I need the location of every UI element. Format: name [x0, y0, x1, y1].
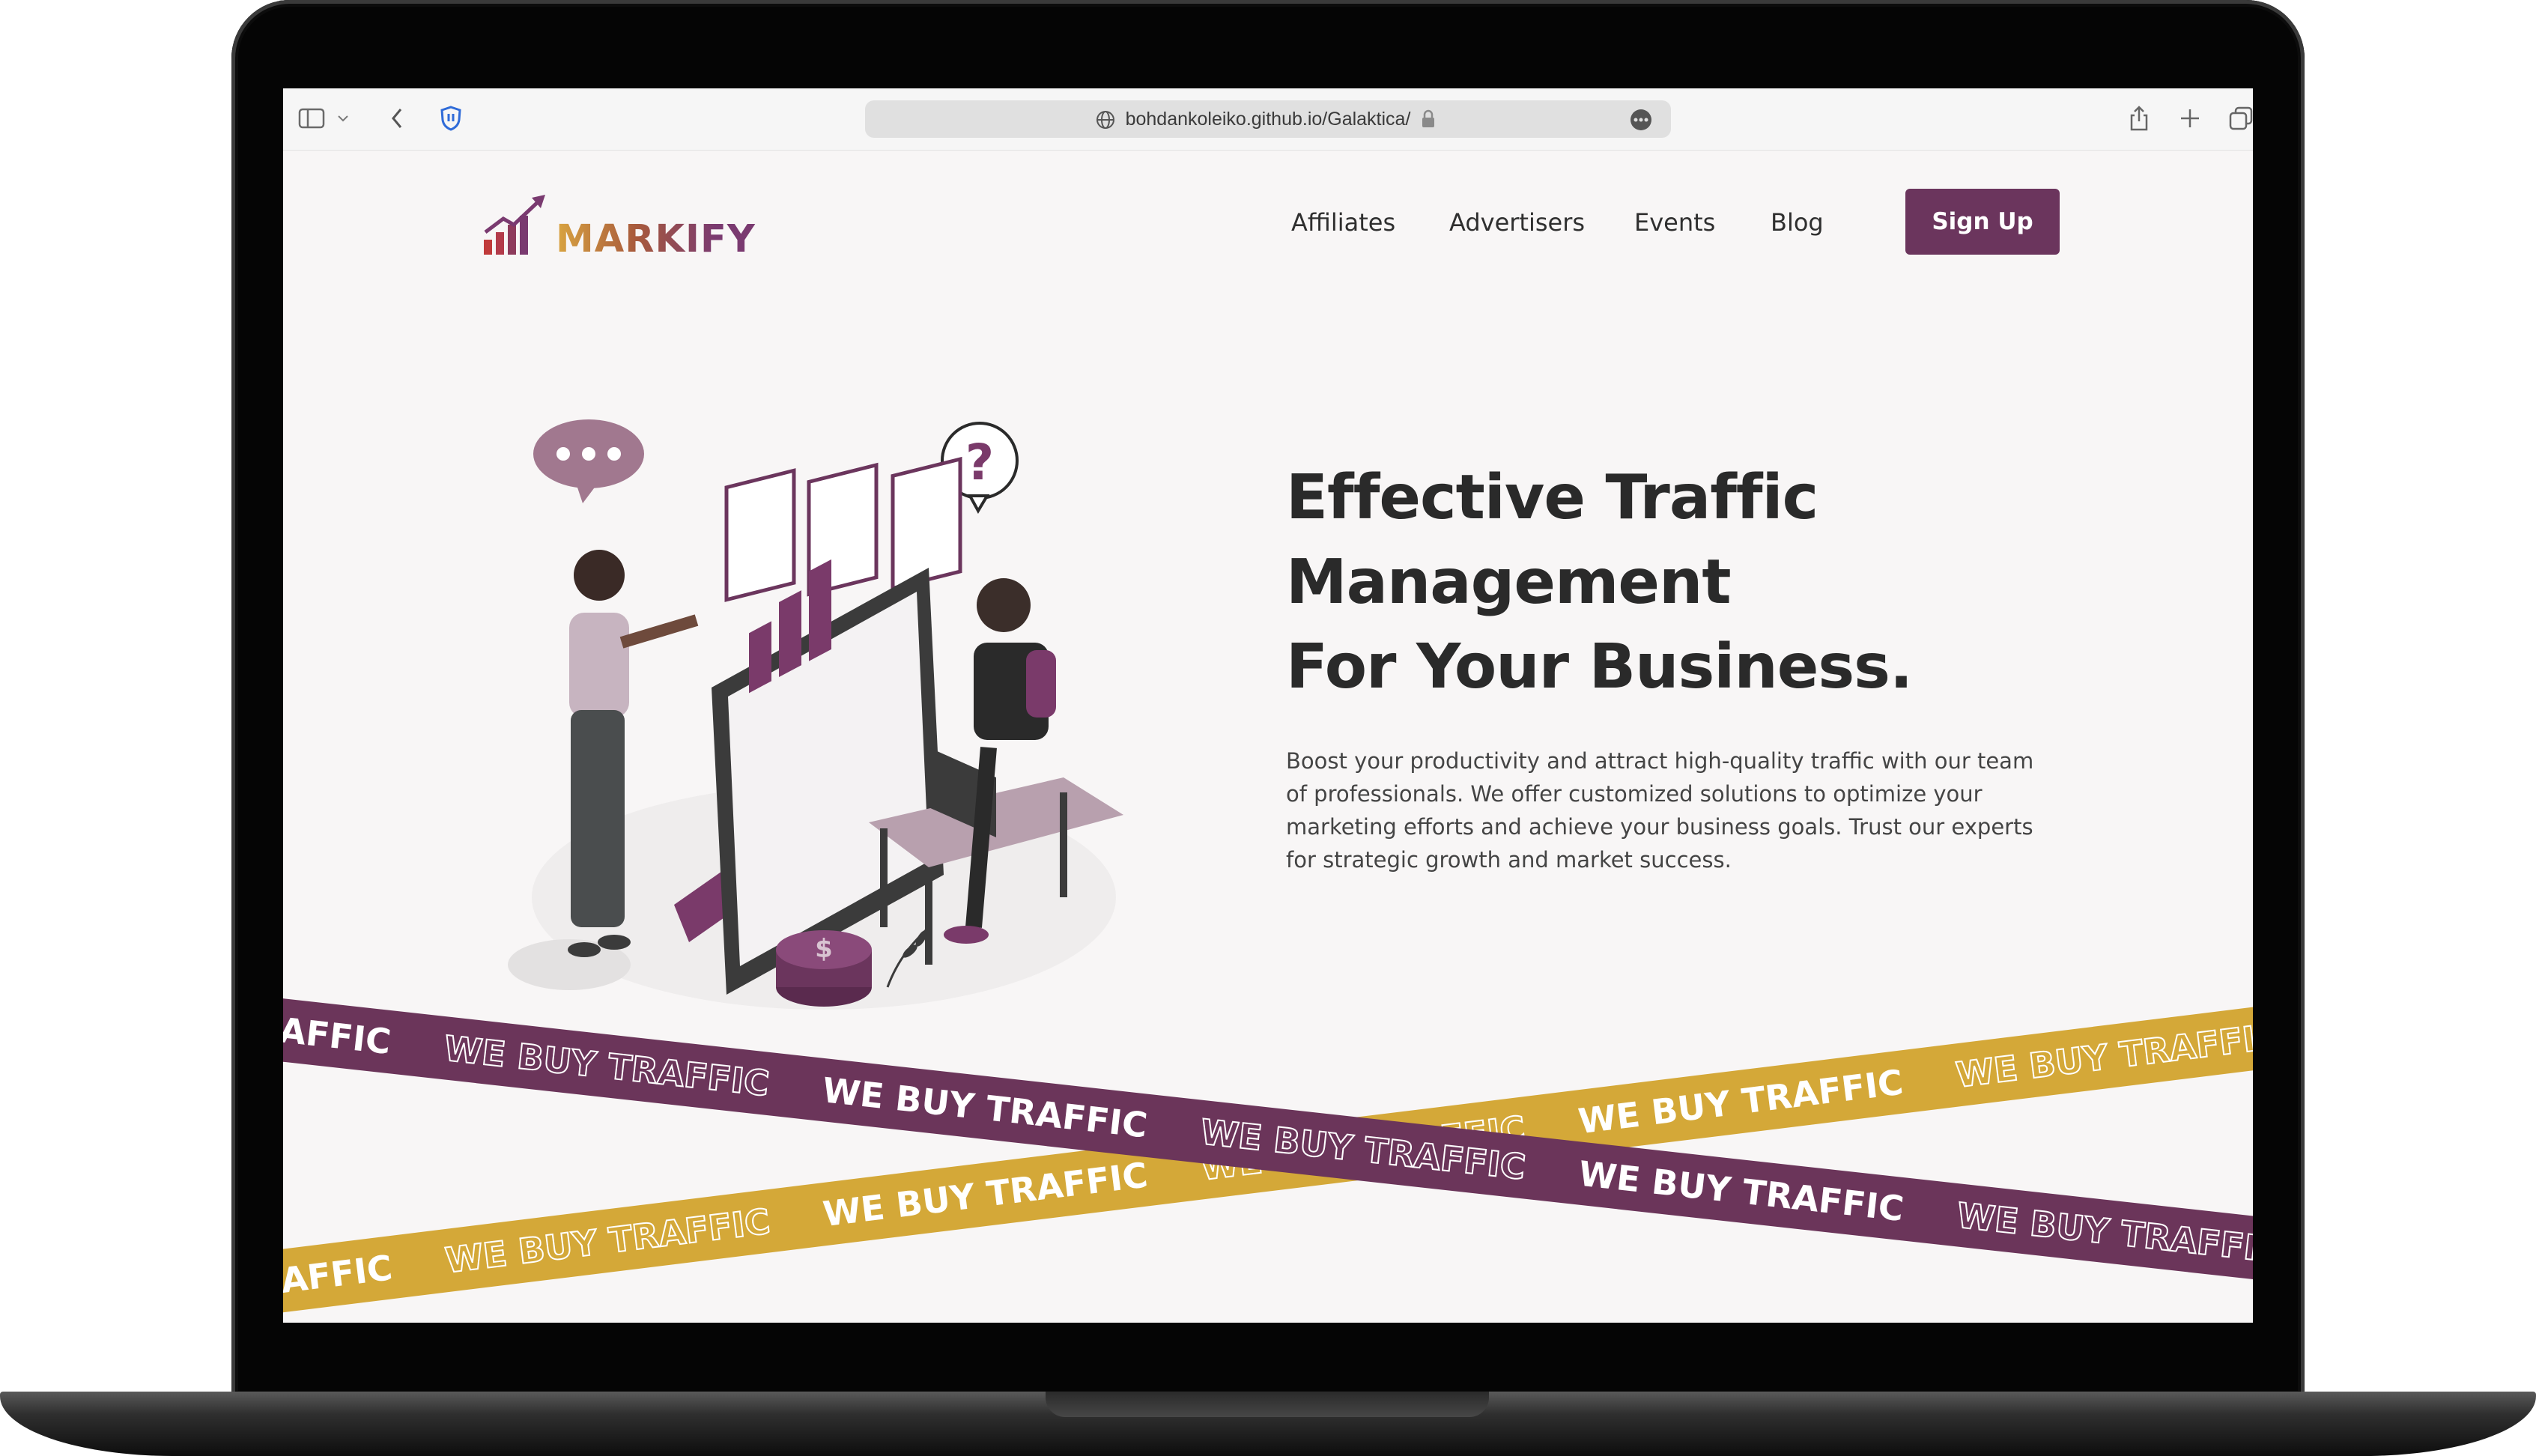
address-bar[interactable]: bohdankoleiko.github.io/Galaktica/	[865, 100, 1671, 138]
ribbon-purple-text-5: WE BUY TRAFFIC	[1577, 1153, 1906, 1230]
ribbon-gold-text-5: WE BUY TRAFFIC	[1576, 1061, 1905, 1142]
coin-stack-icon: $	[776, 930, 872, 1007]
laptop-notch	[1046, 1392, 1489, 1417]
chevron-down-icon[interactable]	[334, 103, 352, 133]
ribbon-gold-text-6: WE BUY TRAFFIC	[1953, 1015, 2253, 1096]
nav-link-affiliates[interactable]: Affiliates	[1291, 208, 1395, 237]
hero-heading-line-3-text: For Your Business.	[1286, 631, 1913, 703]
sidebar-icon[interactable]	[297, 103, 327, 133]
tabs-icon[interactable]	[2226, 103, 2253, 133]
nav-link-advertisers[interactable]: Advertisers	[1449, 208, 1585, 237]
lock-icon	[1421, 109, 1436, 133]
ribbon-purple-text-3: WE BUY TRAFFIC	[820, 1070, 1150, 1146]
browser-toolbar: bohdankoleiko.github.io/Galaktica/	[283, 88, 2253, 151]
ribbon-gold-text-3: WE BUY TRAFFIC	[820, 1154, 1150, 1235]
shield-icon[interactable]	[436, 103, 466, 133]
sign-up-button[interactable]: Sign Up	[1905, 189, 2060, 255]
ribbon-purple-text-1: WE BUY TRAFFIC	[283, 986, 393, 1063]
ribbon-gold-text-1: WE BUY TRAFFIC	[283, 1247, 395, 1323]
plus-icon[interactable]	[2175, 103, 2205, 133]
speech-bubble-icon	[533, 419, 644, 503]
url-text: bohdankoleiko.github.io/Galaktica/	[1125, 109, 1411, 130]
hero-heading-line-2: Management	[1286, 547, 1732, 618]
logo-text[interactable]: MARKIFY	[556, 217, 756, 261]
nav-link-blog[interactable]: Blog	[1771, 208, 1824, 237]
svg-text:$: $	[815, 934, 833, 964]
more-icon[interactable]	[1629, 108, 1653, 136]
hero-description: Boost your productivity and attract high…	[1286, 748, 2034, 873]
hero-heading-line-3: For Your Business.	[1286, 625, 1913, 709]
nav-link-events[interactable]: Events	[1634, 208, 1715, 237]
hero-heading: Effective Traffic Management For Your Bu…	[1286, 455, 1960, 709]
logo-chart-icon	[484, 195, 545, 255]
svg-text:?: ?	[965, 434, 994, 491]
ribbon-purple-text-6: WE BUY TRAFFIC	[1954, 1194, 2253, 1272]
hero-illustration: ? $	[508, 419, 1123, 1010]
back-icon[interactable]	[382, 103, 412, 133]
hero-heading-line-1: Effective Traffic	[1286, 462, 1818, 533]
ribbon-gold-text-2: WE BUY TRAFFIC	[443, 1200, 773, 1281]
browser-screen: bohdankoleiko.github.io/Galaktica/ MARKI…	[283, 88, 2253, 1323]
share-icon[interactable]	[2124, 103, 2154, 133]
